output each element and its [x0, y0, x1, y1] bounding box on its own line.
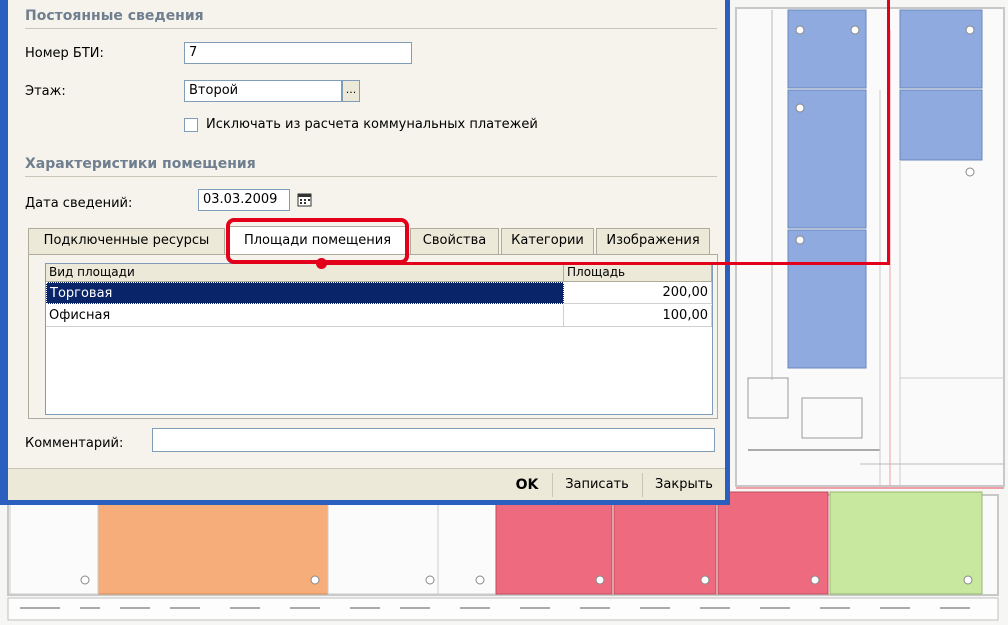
- exclude-label: Исключать из расчета коммунальных платеж…: [206, 117, 538, 132]
- comment-field[interactable]: [152, 428, 715, 452]
- floor-select-button[interactable]: ...: [342, 80, 360, 102]
- highlight-frame: [226, 218, 409, 264]
- tab-images[interactable]: Изображения: [596, 228, 710, 254]
- divider: [552, 473, 553, 497]
- section-permanent-title: Постоянные сведения: [25, 8, 204, 24]
- info-date-field[interactable]: 03.03.2009: [198, 189, 290, 211]
- tab-properties[interactable]: Свойства: [410, 228, 499, 254]
- calendar-icon[interactable]: [296, 189, 314, 211]
- comment-label: Комментарий:: [25, 436, 124, 451]
- bti-number-field[interactable]: 7: [184, 42, 412, 64]
- floor-field[interactable]: Второй: [184, 80, 342, 102]
- cell-area[interactable]: 100,00: [564, 305, 712, 327]
- tab-categories[interactable]: Категории: [501, 228, 594, 254]
- info-date-label: Дата сведений:: [25, 196, 133, 211]
- areas-table[interactable]: Вид площади Площадь Торговая 200,00 Офис…: [45, 263, 713, 415]
- divider: [25, 28, 717, 29]
- callout-dot: [316, 258, 327, 269]
- command-bar: OK Записать Закрыть: [8, 468, 725, 500]
- save-button[interactable]: Записать: [556, 473, 638, 497]
- close-button[interactable]: Закрыть: [646, 473, 722, 497]
- exclude-checkbox[interactable]: [184, 118, 198, 132]
- tab-panel-areas: Вид площади Площадь Торговая 200,00 Офис…: [28, 254, 718, 419]
- callout-line: [887, 0, 890, 265]
- callout-line: [322, 262, 890, 265]
- column-header-area[interactable]: Площадь: [564, 264, 712, 282]
- cell-area-type[interactable]: Торговая: [46, 282, 564, 304]
- tab-connected-resources[interactable]: Подключенные ресурсы: [28, 228, 225, 254]
- column-header-area-type[interactable]: Вид площади: [46, 264, 564, 282]
- ok-button[interactable]: OK: [507, 473, 547, 497]
- table-row[interactable]: Офисная 100,00: [46, 305, 712, 327]
- room-bottom: [9, 491, 983, 595]
- cell-area[interactable]: 200,00: [564, 282, 712, 304]
- floor-label: Этаж:: [25, 84, 66, 99]
- cell-area-type[interactable]: Офисная: [46, 305, 564, 327]
- table-row[interactable]: Торговая 200,00: [46, 282, 712, 304]
- divider: [25, 176, 717, 177]
- section-characteristics-title: Характеристики помещения: [25, 156, 256, 172]
- bti-label: Номер БТИ:: [25, 46, 104, 61]
- divider: [642, 473, 643, 497]
